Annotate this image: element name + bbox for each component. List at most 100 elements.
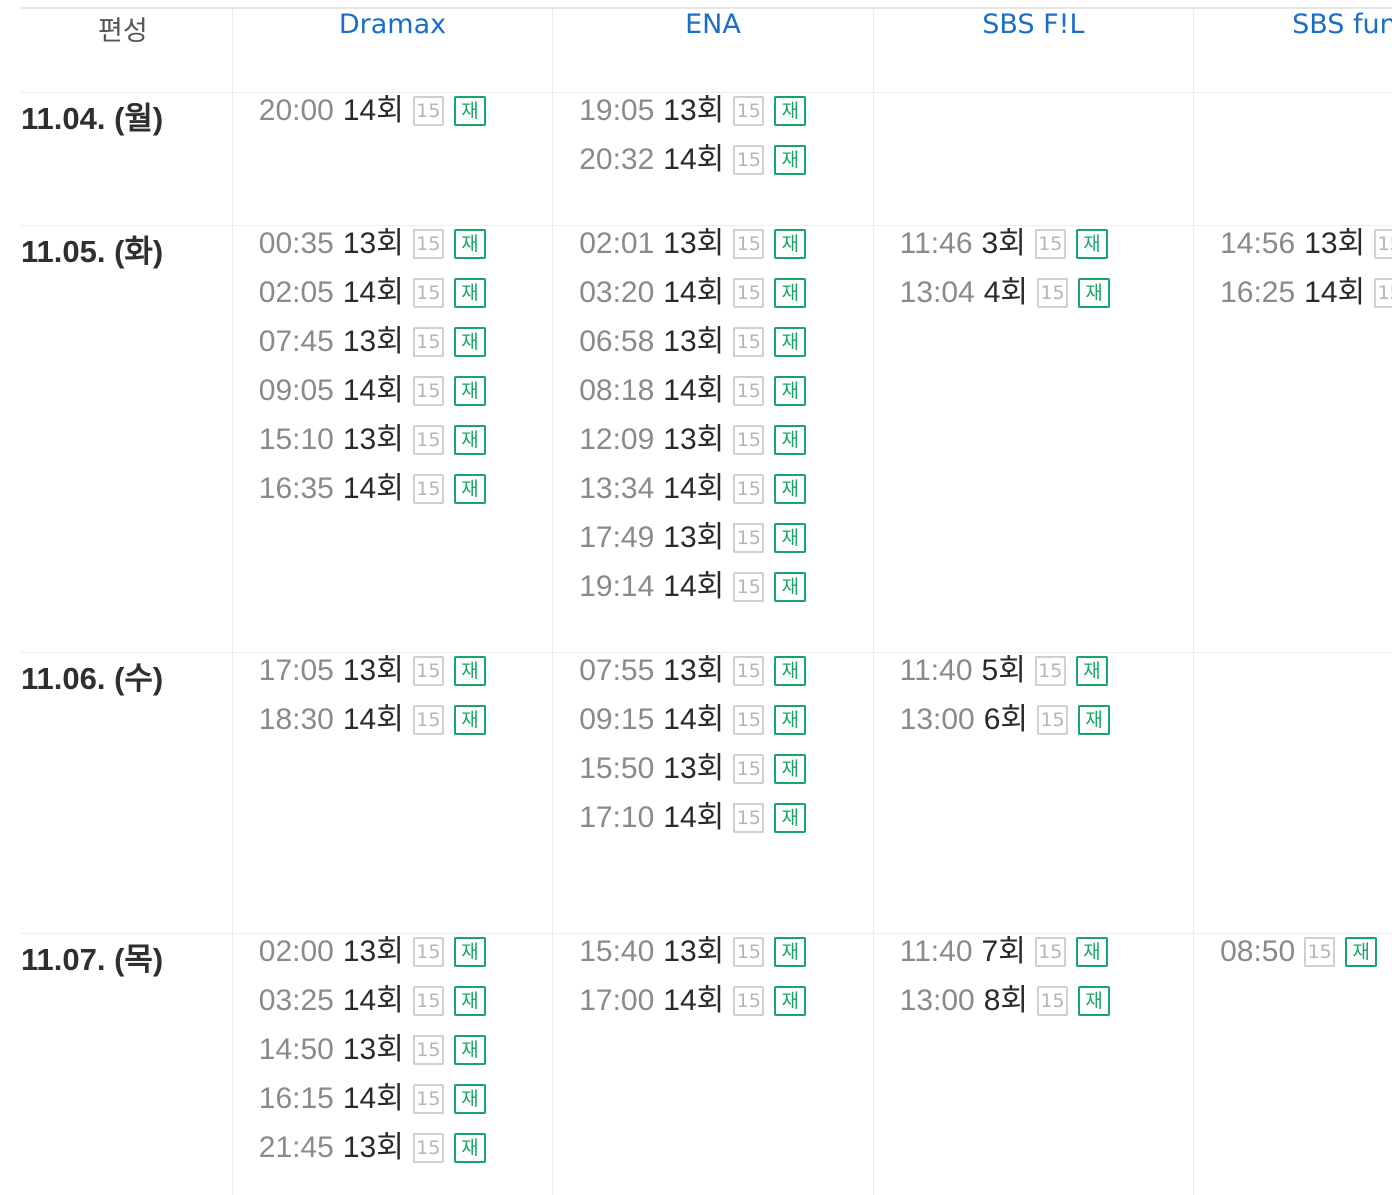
rerun-badge-icon: 재 <box>1075 229 1108 259</box>
age-rating-15-icon: 15 <box>1304 937 1336 967</box>
airtime-slot[interactable]: 14:50 13회 15 재 <box>259 1032 552 1081</box>
airtime-slot[interactable]: 02:00 13회 15 재 <box>259 934 552 983</box>
rerun-badge-icon: 재 <box>774 425 807 455</box>
airtime-slot[interactable]: 08:50 15 재 <box>1220 934 1392 983</box>
episode-number: 14회 <box>663 472 725 505</box>
airtime-slot[interactable]: 20:32 14회 15 재 <box>579 142 872 191</box>
airtime-slot[interactable]: 19:14 14회 15 재 <box>579 569 872 618</box>
airtime-slot[interactable]: 12:09 13회 15 재 <box>579 422 872 471</box>
airtime-slot[interactable]: 16:35 14회 15 재 <box>259 471 552 520</box>
airtime-slot[interactable]: 15:40 13회 15 재 <box>579 934 872 983</box>
airtime: 07:55 <box>579 654 655 687</box>
schedule-cell-dramax: 00:35 13회 15 재 02:05 14회 15 재 07:45 13회 15 재 09:05 14… <box>231 225 553 653</box>
age-rating-15-icon: 15 <box>1374 229 1392 259</box>
episode-number: 14회 <box>342 1082 404 1115</box>
airtime-slot[interactable]: 00:35 13회 15 재 <box>259 226 552 275</box>
schedule-cell-ena: 15:40 13회 15 재 17:00 14회 15 재 <box>552 933 874 1195</box>
rerun-badge-icon: 재 <box>453 425 486 455</box>
airtime-slot[interactable]: 09:05 14회 15 재 <box>259 373 552 422</box>
airtime: 15:40 <box>579 935 655 968</box>
airtime: 15:10 <box>258 423 334 456</box>
rerun-badge-icon: 재 <box>774 986 807 1016</box>
airtime-slot[interactable]: 17:00 14회 15 재 <box>579 983 872 1032</box>
airtime-slot[interactable]: 13:04 4회 15 재 <box>900 275 1193 324</box>
channel-link-sbs-fil[interactable]: SBS F!L <box>872 9 1194 93</box>
age-rating-15-icon: 15 <box>733 572 765 602</box>
airtime-slot[interactable]: 16:15 14회 15 재 <box>259 1081 552 1130</box>
channel-link-ena[interactable]: ENA <box>552 9 874 93</box>
episode-number: 14회 <box>342 984 404 1017</box>
rerun-badge-icon: 재 <box>774 96 807 126</box>
episode-number: 14회 <box>342 94 404 127</box>
schedule-date: 11.06. (수) <box>21 652 233 934</box>
episode-number: 13회 <box>342 935 404 968</box>
schedule-cell-sbs-fun <box>1193 652 1392 934</box>
episode-number: 13회 <box>663 227 725 260</box>
airtime-slot[interactable]: 11:46 3회 15 재 <box>900 226 1193 275</box>
channel-link-sbs-fun[interactable]: SBS fun <box>1193 9 1392 93</box>
age-rating-15-icon: 15 <box>733 229 765 259</box>
airtime-slot[interactable]: 06:58 13회 15 재 <box>579 324 872 373</box>
age-rating-15-icon: 15 <box>412 376 444 406</box>
episode-number: 13회 <box>663 752 725 785</box>
airtime-slot[interactable]: 07:55 13회 15 재 <box>579 653 872 702</box>
age-rating-15-icon: 15 <box>733 656 765 686</box>
schedule-row: 11.05. (화) 00:35 13회 15 재 02:05 14회 15 재 07:45 13회… <box>21 225 1392 653</box>
airtime: 08:50 <box>1220 935 1296 968</box>
airtime: 06:58 <box>579 325 655 358</box>
rerun-badge-icon: 재 <box>774 754 807 784</box>
schedule-cell-ena: 07:55 13회 15 재 09:15 14회 15 재 15:50 13회 15 재 17:10 14… <box>552 652 874 934</box>
age-rating-15-icon: 15 <box>412 1133 444 1163</box>
airtime-slot[interactable]: 17:05 13회 15 재 <box>259 653 552 702</box>
rerun-badge-icon: 재 <box>774 145 807 175</box>
episode-number: 14회 <box>663 801 725 834</box>
airtime-slot[interactable]: 08:18 14회 15 재 <box>579 373 872 422</box>
airtime-slot[interactable]: 19:05 13회 15 재 <box>579 93 872 142</box>
rerun-badge-icon: 재 <box>774 656 807 686</box>
airtime: 21:45 <box>258 1131 334 1164</box>
schedule-cell-sbs-fun: 14:5613회15재16:2514회15재 <box>1193 225 1392 653</box>
airtime-slot[interactable]: 21:45 13회 15 재 <box>259 1130 552 1179</box>
airtime: 17:10 <box>579 801 655 834</box>
age-rating-15-icon: 15 <box>412 425 444 455</box>
age-rating-15-icon: 15 <box>1034 229 1066 259</box>
age-rating-15-icon: 15 <box>733 937 765 967</box>
airtime-slot[interactable]: 13:34 14회 15 재 <box>579 471 872 520</box>
episode-number: 6회 <box>983 703 1029 736</box>
rerun-badge-icon: 재 <box>774 523 807 553</box>
episode-number: 14회 <box>663 276 725 309</box>
airtime: 17:49 <box>579 521 655 554</box>
airtime: 11:46 <box>899 227 973 260</box>
airtime-slot[interactable]: 11:40 5회 15 재 <box>900 653 1193 702</box>
rerun-badge-icon: 재 <box>774 705 807 735</box>
airtime-slot[interactable]: 02:01 13회 15 재 <box>579 226 872 275</box>
airtime: 00:35 <box>258 227 334 260</box>
schedule-date: 11.04. (월) <box>21 92 233 226</box>
airtime-slot[interactable]: 03:20 14회 15 재 <box>579 275 872 324</box>
airtime-slot[interactable]: 15:50 13회 15 재 <box>579 751 872 800</box>
airtime-slot[interactable]: 13:00 8회 15 재 <box>900 983 1193 1032</box>
airtime-slot[interactable]: 07:45 13회 15 재 <box>259 324 552 373</box>
airtime-slot[interactable]: 20:00 14회 15 재 <box>259 93 552 142</box>
rerun-badge-icon: 재 <box>453 1133 486 1163</box>
episode-number: 13회 <box>663 935 725 968</box>
airtime-slot[interactable]: 09:15 14회 15 재 <box>579 702 872 751</box>
airtime-slot[interactable]: 17:10 14회 15 재 <box>579 800 872 849</box>
age-rating-15-icon: 15 <box>1037 705 1069 735</box>
age-rating-15-icon: 15 <box>733 145 765 175</box>
airtime-slot[interactable]: 14:5613회15재 <box>1220 226 1392 275</box>
rerun-badge-icon: 재 <box>453 937 486 967</box>
airtime-slot[interactable]: 02:05 14회 15 재 <box>259 275 552 324</box>
airtime-slot[interactable]: 03:25 14회 15 재 <box>259 983 552 1032</box>
airtime-slot[interactable]: 17:49 13회 15 재 <box>579 520 872 569</box>
airtime-slot[interactable]: 16:2514회15재 <box>1220 275 1392 324</box>
channel-link-dramax[interactable]: Dramax <box>231 9 553 93</box>
airtime: 13:34 <box>579 472 655 505</box>
rerun-badge-icon: 재 <box>774 803 807 833</box>
airtime-slot[interactable]: 13:00 6회 15 재 <box>900 702 1193 751</box>
rerun-badge-icon: 재 <box>453 96 486 126</box>
airtime-slot[interactable]: 11:40 7회 15 재 <box>900 934 1193 983</box>
airtime-slot[interactable]: 15:10 13회 15 재 <box>259 422 552 471</box>
episode-number: 13회 <box>663 325 725 358</box>
airtime-slot[interactable]: 18:30 14회 15 재 <box>259 702 552 751</box>
